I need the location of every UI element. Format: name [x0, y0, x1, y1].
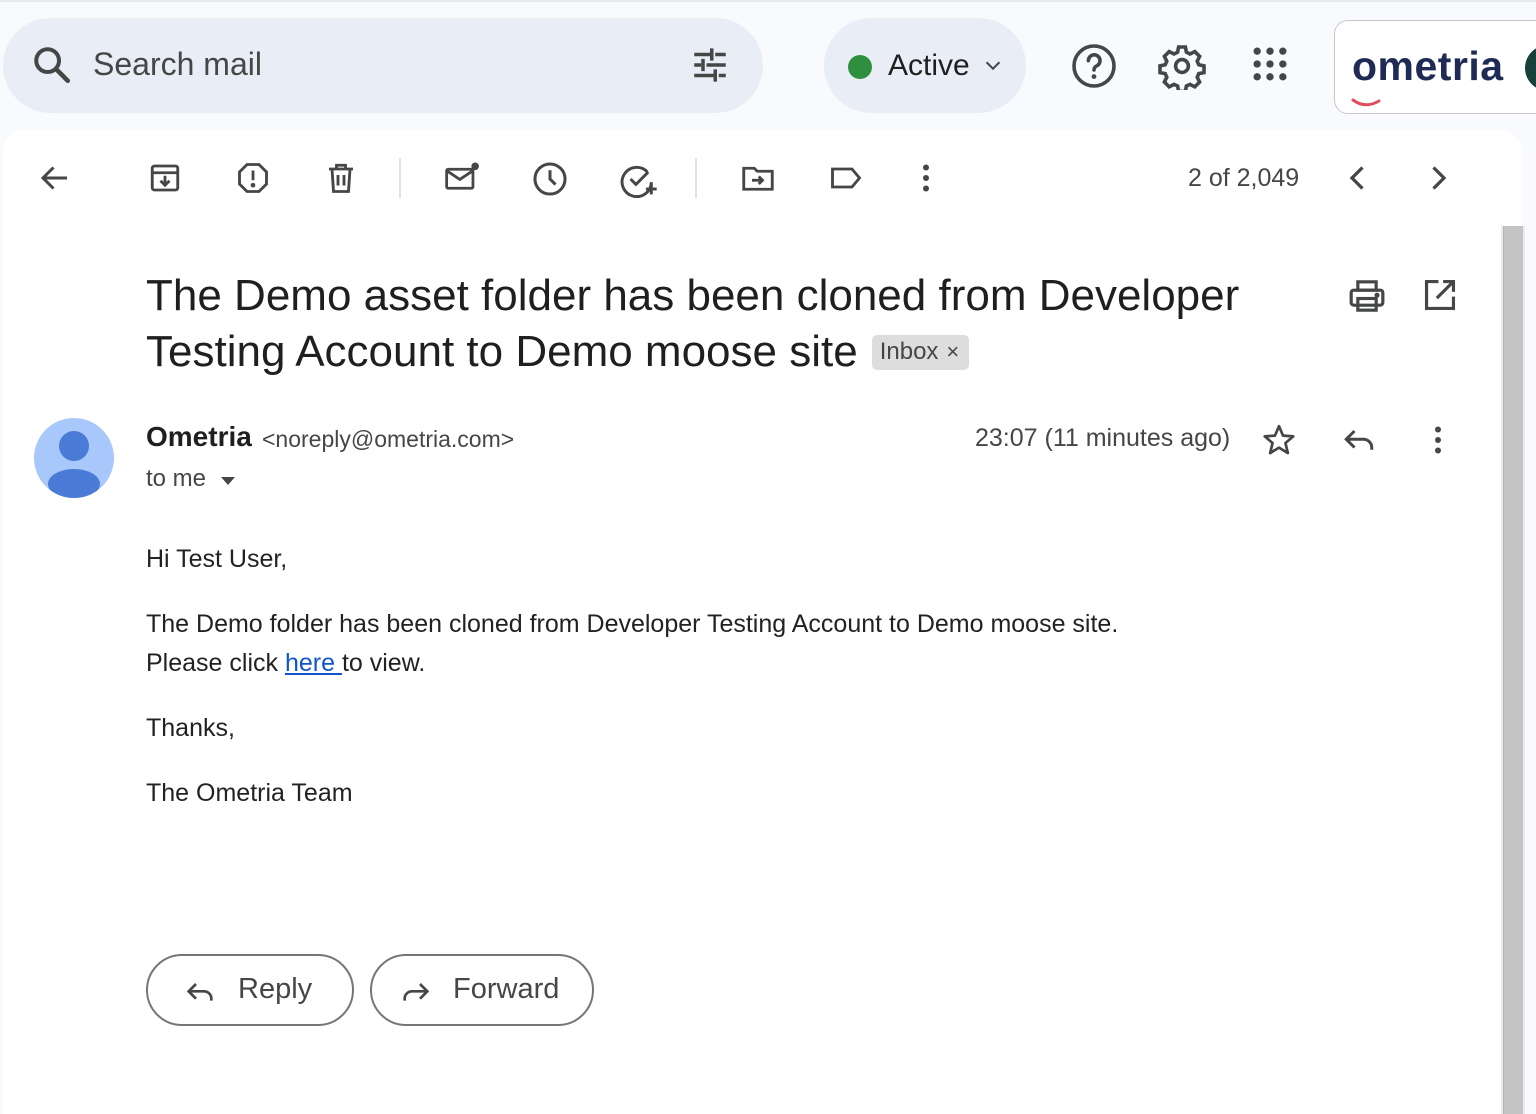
brand-swoosh-icon: [1351, 96, 1381, 114]
forward-button-label: Forward: [453, 973, 560, 1005]
forward-icon: [400, 976, 432, 1013]
account-avatar[interactable]: [1525, 45, 1536, 91]
body-line-2: Please click here to view.: [146, 644, 1118, 683]
remove-label-icon[interactable]: ×: [946, 339, 959, 364]
body-line-2-suffix: to view.: [341, 649, 426, 677]
label-chip-text: Inbox: [879, 338, 939, 365]
move-to-icon[interactable]: [739, 160, 777, 201]
pager-count: 2 of 2,049: [1188, 164, 1300, 192]
body-thanks: Thanks,: [146, 714, 235, 742]
body-greeting: Hi Test User,: [146, 545, 288, 573]
caret-down-icon[interactable]: [219, 474, 237, 492]
older-chevron-right-icon[interactable]: [1423, 160, 1453, 201]
status-label: Active: [888, 49, 970, 82]
recipient-summary[interactable]: to me: [146, 465, 206, 493]
open-in-new-window-icon[interactable]: [1421, 276, 1459, 319]
message-more-icon[interactable]: [1420, 422, 1456, 463]
body-signature: The Ometria Team: [146, 779, 353, 807]
reply-icon: [184, 976, 216, 1013]
scrollbar-thumb[interactable]: [1503, 226, 1523, 1114]
report-spam-icon[interactable]: [235, 160, 271, 201]
view-link[interactable]: here: [285, 649, 342, 677]
search-input[interactable]: Search mail: [93, 46, 262, 83]
settings-gear-icon[interactable]: [1158, 42, 1206, 95]
body-line-2-prefix: Please click: [146, 649, 285, 677]
add-to-tasks-icon[interactable]: [619, 160, 659, 203]
more-vert-icon[interactable]: [908, 160, 944, 201]
brand-logo-text: ometria: [1352, 43, 1504, 89]
sender-name[interactable]: Ometria: [146, 421, 252, 453]
delete-icon[interactable]: [323, 160, 359, 201]
search-options-icon[interactable]: [689, 44, 731, 91]
back-arrow-icon[interactable]: [37, 160, 73, 201]
apps-grid-icon[interactable]: [1248, 42, 1292, 91]
body-paragraph: The Demo folder has been cloned from Dev…: [146, 605, 1118, 683]
mark-unread-icon[interactable]: [443, 160, 481, 201]
toolbar-divider: [695, 158, 697, 198]
window-top-border: [0, 0, 1536, 2]
toolbar-divider: [399, 158, 401, 198]
status-dot: [848, 55, 872, 79]
email-subject: The Demo asset folder has been cloned fr…: [146, 268, 1266, 380]
search-bar[interactable]: Search mail: [3, 18, 763, 113]
sender-email: <noreply@ometria.com>: [262, 426, 515, 452]
search-icon[interactable]: [31, 44, 73, 91]
sender-avatar[interactable]: [34, 418, 114, 498]
chevron-down-icon: [982, 54, 1004, 81]
star-icon[interactable]: [1261, 422, 1297, 463]
print-icon[interactable]: [1347, 276, 1387, 321]
archive-icon[interactable]: [147, 160, 183, 201]
body-line-1: The Demo folder has been cloned from Dev…: [146, 610, 1119, 638]
newer-chevron-left-icon[interactable]: [1343, 160, 1373, 201]
message-timestamp: 23:07 (11 minutes ago): [975, 424, 1231, 452]
reply-button[interactable]: Reply: [146, 954, 354, 1026]
snooze-icon[interactable]: [531, 160, 569, 203]
reply-button-label: Reply: [238, 973, 313, 1005]
account-brand-chip[interactable]: ometria: [1334, 20, 1536, 114]
label-chip-inbox[interactable]: Inbox ×: [871, 335, 970, 370]
reply-icon[interactable]: [1341, 422, 1377, 463]
subject-text: The Demo asset folder has been cloned fr…: [146, 271, 1240, 376]
message-panel: 2 of 2,049 The Demo asset folder has bee…: [3, 130, 1525, 1114]
status-selector[interactable]: Active: [824, 18, 1026, 113]
scrollbar[interactable]: [1501, 226, 1525, 1114]
help-icon[interactable]: [1070, 42, 1118, 95]
forward-button[interactable]: Forward: [370, 954, 594, 1026]
label-icon[interactable]: [827, 160, 865, 201]
